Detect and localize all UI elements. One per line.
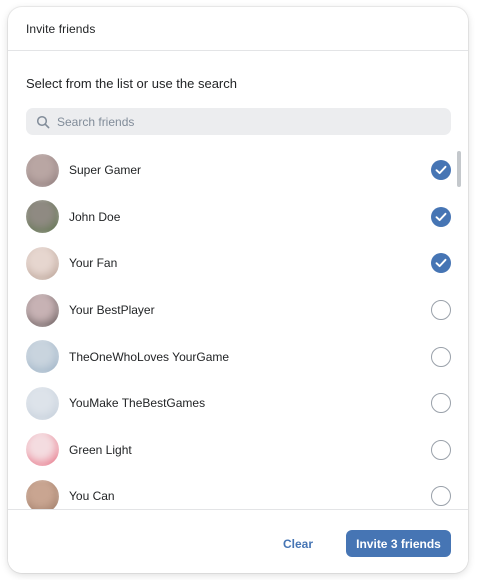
friend-name: Your Fan [69, 256, 118, 271]
dialog-header: Invite friends [8, 7, 468, 51]
search-icon [29, 108, 57, 135]
friends-list[interactable]: Super Gamer John Doe Your Fan Your BestPlay… [8, 147, 468, 509]
dialog-title: Invite friends [26, 21, 96, 36]
avatar-image [26, 293, 59, 327]
friend-name: Your BestPlayer [69, 303, 155, 318]
friend-row[interactable]: Super Gamer [8, 147, 451, 194]
friend-row[interactable]: John Doe [8, 194, 451, 241]
unchecked-circle-icon[interactable] [431, 300, 451, 321]
friend-avatar [26, 433, 59, 467]
friend-avatar [26, 246, 59, 280]
scrollbar[interactable] [457, 147, 462, 509]
unchecked-circle-icon[interactable] [431, 439, 451, 460]
friend-row[interactable]: Your Fan [8, 240, 451, 287]
checked-icon[interactable] [431, 206, 451, 227]
friend-avatar [26, 340, 59, 374]
avatar-image [26, 153, 59, 187]
friend-name: You Can [69, 489, 115, 504]
friend-name: John Doe [69, 209, 121, 224]
friend-avatar [26, 293, 59, 327]
dialog-footer: Clear Invite 3 friends [8, 509, 468, 573]
friend-avatar [26, 479, 59, 509]
friend-name: Super Gamer [69, 163, 142, 178]
unchecked-circle-icon[interactable] [431, 346, 451, 367]
friend-avatar [26, 200, 59, 234]
clear-button[interactable]: Clear [275, 530, 321, 557]
unchecked-circle-icon[interactable] [431, 393, 451, 414]
invite-friends-dialog: Invite friends Select from the list or u… [8, 7, 468, 573]
friend-row[interactable]: TheOneWhoLoves YourGame [8, 333, 451, 380]
avatar-image [26, 246, 59, 280]
avatar-image [26, 200, 59, 234]
friend-name: TheOneWhoLoves YourGame [69, 349, 230, 364]
avatar-image [26, 433, 59, 467]
friend-row[interactable]: Your BestPlayer [8, 287, 451, 334]
friend-row[interactable]: You Can [8, 473, 451, 509]
friend-row[interactable]: YouMake TheBestGames [8, 380, 451, 427]
friend-row[interactable]: Green Light [8, 427, 451, 474]
invite-friends-button[interactable]: Invite 3 friends [346, 530, 451, 557]
avatar-image [26, 340, 59, 374]
search-box[interactable] [26, 108, 451, 135]
friend-avatar [26, 153, 59, 187]
scrollbar-thumb[interactable] [457, 151, 461, 187]
checked-icon[interactable] [431, 253, 451, 274]
search-input[interactable] [57, 114, 417, 129]
dialog-subtitle: Select from the list or use the search [26, 76, 237, 91]
avatar-image [26, 479, 59, 509]
friend-avatar [26, 386, 59, 420]
friend-name: Green Light [69, 442, 132, 457]
unchecked-circle-icon[interactable] [431, 486, 451, 507]
friend-name: YouMake TheBestGames [69, 396, 206, 411]
checked-icon[interactable] [431, 160, 451, 181]
avatar-image [26, 386, 59, 420]
